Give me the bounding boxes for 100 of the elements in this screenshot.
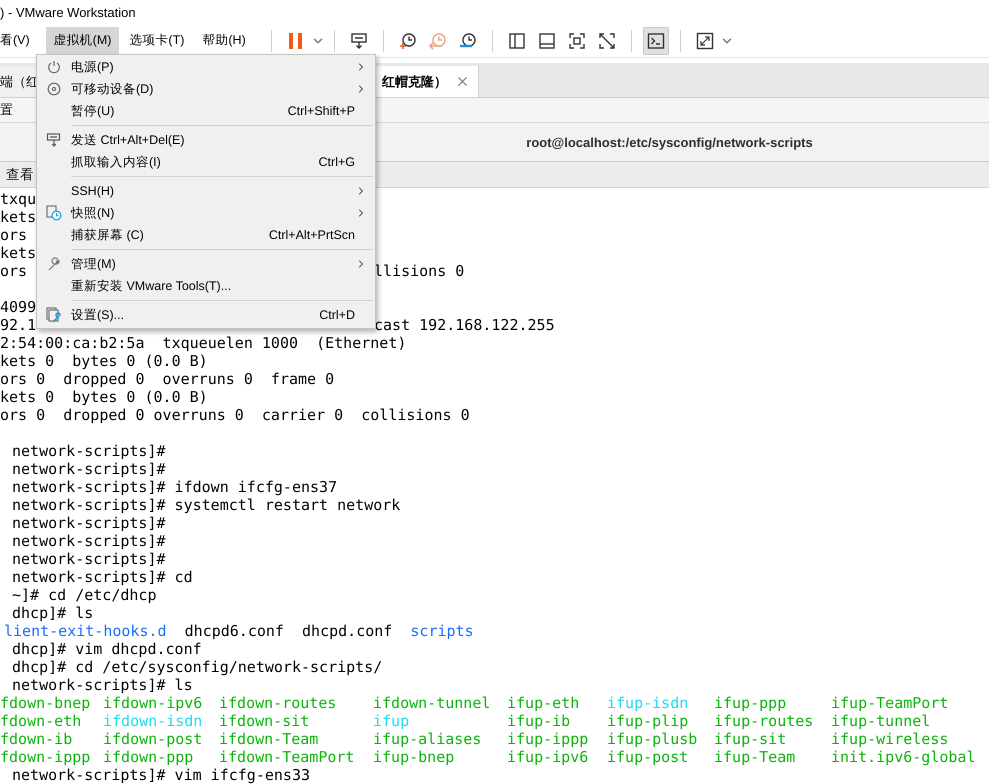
- file-name: ifdown-post: [103, 730, 202, 748]
- terminal-text: 2:54:00:ca:b2:5a txqueuelen 1000 (Ethernet): [0, 334, 406, 352]
- terminal-text: cast 192.168.122.255: [374, 316, 555, 334]
- file-name: ifdown-Team: [219, 730, 318, 748]
- menu-item-label: 暂停(U): [71, 102, 114, 120]
- file-name: ifup-eth: [507, 694, 580, 712]
- close-icon[interactable]: [455, 74, 470, 89]
- menu-item[interactable]: 捕获屏幕 (C) Ctrl+Alt+PrtScn: [37, 224, 375, 246]
- menu-item-label: 电源(P): [71, 58, 114, 76]
- menu-item[interactable]: SSH(H): [37, 180, 375, 202]
- fullscreen-icon: [696, 32, 714, 50]
- file-name: ifup-tunnel: [831, 712, 930, 730]
- menu-title[interactable]: 看(V): [0, 27, 38, 54]
- terminal-line: network-scripts]#: [12, 514, 166, 532]
- menu-item-label: 管理(M): [71, 256, 116, 272]
- terminal-title: root@localhost:/etc/sysconfig/network-scripts: [526, 134, 813, 150]
- file-name: ifup-routes: [714, 712, 814, 730]
- toolbar-label: 置: [0, 101, 13, 119]
- menu-item[interactable]: 发送 Ctrl+Alt+Del(E): [37, 129, 375, 151]
- file-name: ifup-ippp: [507, 730, 588, 748]
- file-name: ifup-TeamPort: [831, 694, 948, 712]
- file-name: ifup-ib: [507, 712, 570, 730]
- terminal-line: network-scripts]#: [12, 550, 166, 568]
- console-button[interactable]: [642, 26, 669, 54]
- pause-icon: [288, 32, 304, 50]
- shortcut-label: Ctrl+D: [319, 308, 355, 322]
- file-name: ifdown-isdn: [103, 712, 202, 730]
- terminal-icon: [646, 32, 665, 50]
- menu-title[interactable]: 查看: [6, 166, 34, 184]
- shortcut-label: Ctrl+Shift+P: [288, 104, 355, 118]
- menu-title[interactable]: 帮助(H): [194, 27, 254, 54]
- crossed-frame-icon: [598, 32, 616, 50]
- file-name: scripts: [410, 622, 474, 640]
- terminal-line: dhcp]# cd /etc/sysconfig/network-scripts/: [12, 658, 382, 676]
- bottom-panel-icon: [538, 32, 556, 50]
- clock-plus-icon: [398, 32, 417, 50]
- clock-arrow-icon: [428, 32, 447, 50]
- terminal-text: kets 0 bytes 0 (0.0 B): [0, 352, 208, 370]
- keyboard-icon: [350, 32, 368, 50]
- terminal-text: llisions 0: [374, 262, 464, 280]
- menu-item-label: 可移动设备(D): [71, 80, 154, 98]
- keyboard-icon: [46, 132, 62, 148]
- sidebar-icon: [508, 32, 526, 50]
- terminal-text: ors: [0, 226, 28, 244]
- menu-item[interactable]: 抓取输入内容(I) Ctrl+G: [37, 151, 375, 173]
- file-name: dhcpd6.conf: [184, 622, 284, 640]
- menu-item-label: 重新安装 VMware Tools(T)...: [71, 278, 232, 294]
- file-name: ifup-ipv6: [507, 748, 588, 766]
- menu-item[interactable]: 设置(S)... Ctrl+D: [37, 304, 375, 326]
- file-name: init.ipv6-global: [831, 748, 976, 766]
- menu-item-label: 发送 Ctrl+Alt+Del(E): [71, 132, 185, 148]
- menu-item[interactable]: 暂停(U) Ctrl+Shift+P: [37, 100, 375, 122]
- file-name: fdown-bnep: [0, 694, 90, 712]
- file-name: fdown-ib: [0, 730, 72, 748]
- terminal-text: ors 0 dropped 0 overruns 0 frame 0: [0, 370, 334, 388]
- terminal-line: dhcp]# ls: [12, 604, 94, 622]
- terminal-line: network-scripts]#: [12, 442, 166, 460]
- file-name: ifdown-TeamPort: [219, 748, 354, 766]
- menu-item-label: SSH(H): [71, 184, 114, 198]
- menu-item-label: 抓取输入内容(I): [71, 154, 161, 170]
- terminal-text: kets: [0, 244, 36, 262]
- file-name: fdown-eth: [0, 712, 82, 730]
- power-icon: [47, 60, 61, 74]
- file-name: ifup-aliases: [373, 730, 482, 748]
- window-title: ) - VMware Workstation: [0, 4, 136, 20]
- file-name: ifdown-tunnel: [373, 694, 490, 712]
- terminal-line: network-scripts]# systemctl restart network: [12, 496, 400, 514]
- menu-item[interactable]: 快照(N): [37, 202, 375, 224]
- terminal-line: network-scripts]# vim ifcfg-ens33: [12, 766, 310, 784]
- menu-item-label: 快照(N): [71, 204, 114, 222]
- file-name: dhcpd.conf: [302, 622, 392, 640]
- menu-title[interactable]: 虚拟机(M): [46, 27, 120, 54]
- menu-item[interactable]: 重新安装 VMware Tools(T)...: [37, 275, 375, 297]
- terminal-text: kets 0 bytes 0 (0.0 B): [0, 388, 208, 406]
- menu-item-label: 捕获屏幕 (C): [71, 226, 144, 244]
- terminal-line: network-scripts]# cd: [12, 568, 193, 586]
- file-name: lient-exit-hooks.d: [4, 622, 167, 640]
- terminal-line: network-scripts]# ls: [12, 676, 193, 694]
- terminal-text: 4099: [0, 298, 36, 316]
- terminal-line: network-scripts]# ifdown ifcfg-ens37: [12, 478, 338, 496]
- file-name: ifup-wireless: [831, 730, 948, 748]
- file-name: ifup-plip: [607, 712, 688, 730]
- file-name: ifup-bnep: [373, 748, 454, 766]
- file-name: ifdown-routes: [219, 694, 336, 712]
- file-name: ifup: [373, 712, 410, 730]
- file-name: ifup-sit: [714, 730, 786, 748]
- terminal-text: txqu: [0, 190, 36, 208]
- menu-title[interactable]: 选项卡(T): [121, 27, 192, 54]
- file-name: ifup-isdn: [607, 694, 688, 712]
- file-name: ifdown-ipv6: [103, 694, 202, 712]
- terminal-line: network-scripts]#: [12, 460, 166, 478]
- file-name: ifdown-sit: [219, 712, 310, 730]
- file-name: ifup-ppp: [714, 694, 786, 712]
- settings-icon: [46, 307, 62, 323]
- file-name: fdown-ippp: [0, 748, 90, 766]
- menu-item[interactable]: 管理(M): [37, 253, 375, 275]
- fit-screen-icon: [568, 32, 586, 50]
- terminal-text: 92.1: [0, 316, 36, 334]
- file-name: ifup-Team: [714, 748, 796, 766]
- shortcut-label: Ctrl+Alt+PrtScn: [268, 228, 355, 242]
